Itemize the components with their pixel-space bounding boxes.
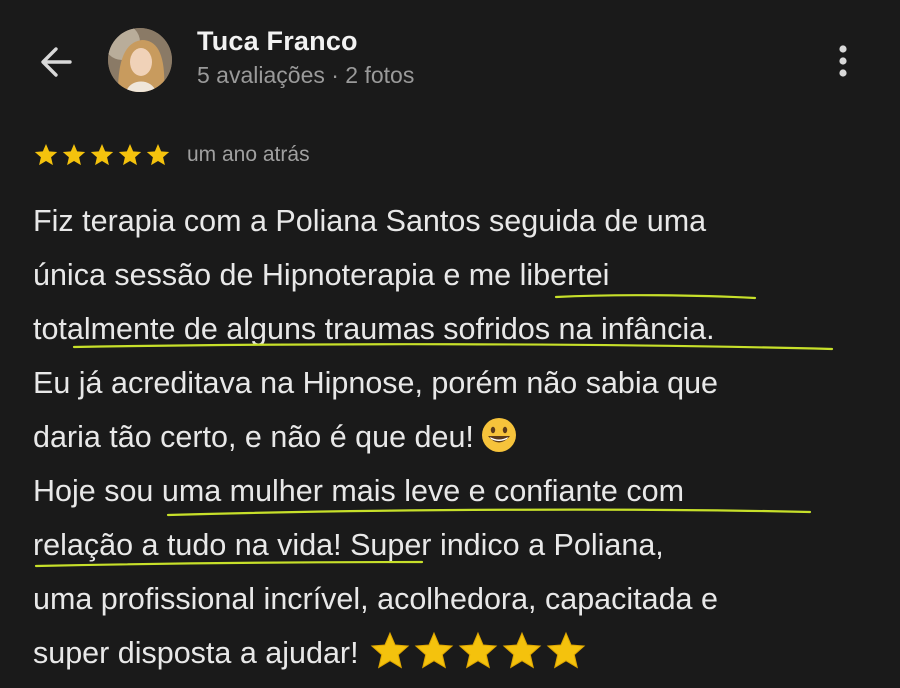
star-icon [370,631,409,669]
star-rating [33,142,171,168]
review-line: totalmente de alguns traumas sofridos na… [33,312,715,346]
review-line: Eu já acreditava na Hipnose, porém não s… [33,366,718,400]
review-time: um ano atrás [187,143,310,166]
review-line: relação a tudo na vida! Super indico a P… [33,528,664,562]
back-arrow-icon[interactable] [36,42,76,82]
grinning-face-icon [480,416,518,454]
review-line: uma profissional incrível, acolhedora, c… [33,582,718,616]
review-line: Hoje sou uma mulher mais leve e confiant… [33,474,684,508]
reviewer-meta: 5 avaliações · 2 fotos [197,62,415,88]
star-icon [90,143,114,166]
star-icon [146,143,170,166]
review-text: Fiz terapia com a Poliana Santos seguida… [33,194,878,680]
review-header: Tuca Franco 5 avaliações · 2 fotos [0,0,900,120]
star-icon [62,143,86,166]
review-line-text: super disposta a ajudar! [33,636,359,670]
avatar[interactable] [108,28,172,92]
rating-row: um ano atrás [33,140,310,170]
review-line-text: daria tão certo, e não é que deu! [33,420,474,454]
star-icon [414,631,453,669]
reviewer-name[interactable]: Tuca Franco [197,26,358,57]
review-line: única sessão de Hipnoterapia e me libert… [33,258,610,292]
star-icon [34,143,58,166]
star-icon [118,143,142,166]
star-icon [458,631,497,669]
star-icon [546,631,585,669]
review-line-with-stars: super disposta a ajudar! [33,626,878,680]
more-vertical-icon[interactable] [828,42,858,82]
review-line: Fiz terapia com a Poliana Santos seguida… [33,204,707,238]
review-line-with-emoji: daria tão certo, e não é que deu! [33,410,878,464]
star-emoji-row [369,630,587,672]
star-icon [502,631,541,669]
